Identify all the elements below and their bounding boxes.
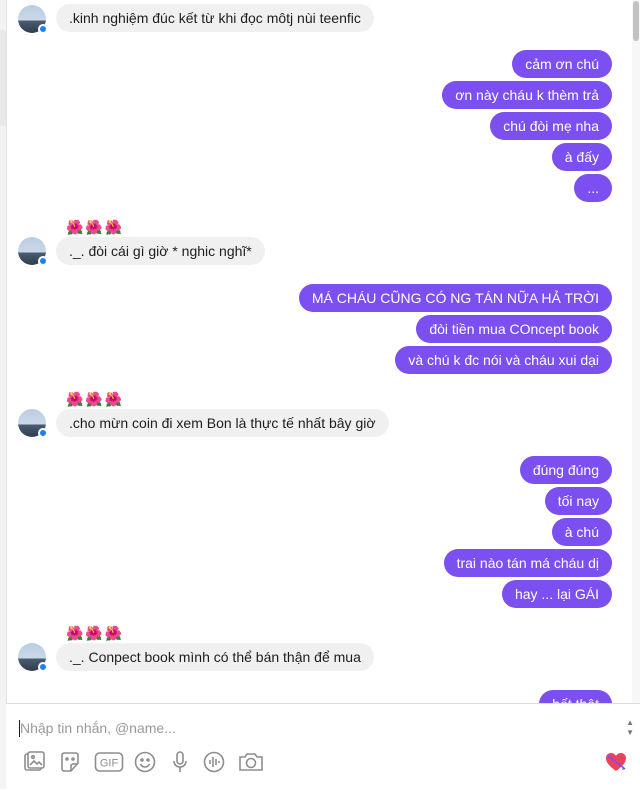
image-icon[interactable] [22, 750, 48, 774]
outgoing-message[interactable]: ... [574, 174, 612, 202]
outgoing-message[interactable]: đòi tiền mua COncept book [416, 315, 612, 343]
outgoing-message[interactable]: à chú [551, 518, 612, 546]
outgoing-message[interactable]: à đấy [551, 143, 612, 171]
camera-icon[interactable] [237, 750, 265, 774]
outgoing-message[interactable]: ơn này cháu k thèm trả [442, 81, 612, 109]
avatar[interactable] [18, 409, 48, 438]
outgoing-message[interactable]: trai nào tán má cháu dị [443, 549, 612, 577]
scrollbar-thumb[interactable] [633, 1, 639, 41]
incoming-message[interactable]: .kinh nghiệm đúc kết từ khi đọc môtj nùi… [56, 4, 374, 32]
messenger-badge-icon [38, 24, 48, 34]
messenger-badge-icon [38, 662, 48, 672]
gif-icon[interactable]: GIF [94, 750, 124, 774]
sticker-icon[interactable] [58, 750, 84, 774]
avatar[interactable] [18, 237, 48, 266]
outgoing-message[interactable]: và chú k đc nói và cháu xui dại [395, 346, 612, 374]
input-scroll-arrows[interactable]: ▲ ▼ [626, 718, 634, 738]
microphone-icon[interactable] [168, 750, 194, 774]
incoming-message[interactable]: .cho mừn coin đi xem Bon là thực tế nhất… [56, 409, 389, 437]
avatar[interactable] [18, 5, 48, 34]
message-input[interactable] [20, 715, 610, 741]
message-composer: ▲▼ GIF [6, 703, 640, 790]
voice-clip-icon[interactable] [202, 750, 228, 774]
gif-label: GIF [100, 758, 119, 770]
flower-reaction[interactable]: 🌺🌺🌺 [66, 624, 124, 642]
outgoing-message[interactable]: đúng đúng [519, 456, 612, 484]
outgoing-message[interactable]: MÁ CHÁU CŨNG CÓ NG TÁN NỮA HẢ TRỜI [298, 284, 612, 312]
outgoing-message[interactable]: cảm ơn chú [512, 50, 612, 78]
incoming-message[interactable]: ._. đòi cái gì giờ * nghic nghĩ* [56, 237, 265, 265]
outgoing-message[interactable]: chú đòi mẹ nha [490, 112, 612, 140]
emoji-icon[interactable] [133, 750, 159, 774]
flower-reaction[interactable]: 🌺🌺🌺 [66, 218, 124, 236]
outgoing-message[interactable]: hay ... lại GÁI [501, 580, 612, 608]
incoming-message[interactable]: ._. Conpect book mình có thể bán thận để… [56, 643, 374, 671]
message-thread[interactable]: .kinh nghiệm đúc kết từ khi đọc môtj nùi… [0, 0, 640, 703]
outgoing-message[interactable]: tối nay [544, 487, 612, 515]
heart-icon[interactable] [604, 750, 628, 774]
avatar[interactable] [18, 643, 48, 672]
flower-reaction[interactable]: 🌺🌺🌺 [66, 390, 124, 408]
thread-scrollbar[interactable] [632, 0, 640, 703]
messenger-badge-icon [38, 256, 48, 266]
messenger-badge-icon [38, 428, 48, 438]
outgoing-message[interactable]: hết thật [539, 690, 612, 703]
